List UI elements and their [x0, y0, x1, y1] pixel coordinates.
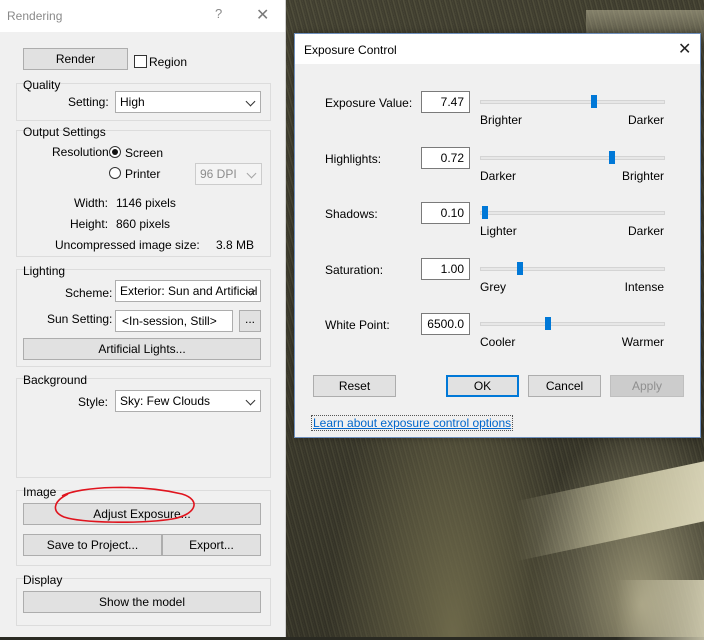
exposure-help-link[interactable]: Learn about exposure control options	[310, 415, 514, 431]
chevron-down-icon	[245, 96, 256, 107]
slider-max-label: Darker	[627, 113, 664, 127]
screen-label: Screen	[125, 146, 164, 160]
slider-track[interactable]	[480, 151, 665, 164]
artificial-lights-button[interactable]: Artificial Lights...	[23, 338, 261, 360]
slider-max-label: Intense	[624, 280, 664, 294]
region-label: Region	[149, 55, 188, 69]
background-style-select[interactable]: Sky: Few Clouds	[115, 390, 261, 412]
value-input[interactable]: 1.00	[421, 258, 470, 280]
quality-setting-value: High	[120, 95, 145, 109]
slider-track[interactable]	[480, 206, 665, 219]
printer-radio[interactable]	[109, 167, 121, 179]
value-input[interactable]: 0.10	[421, 202, 470, 224]
adjust-exposure-button[interactable]: Adjust Exposure...	[23, 503, 261, 525]
slider-thumb[interactable]	[482, 206, 488, 219]
dpi-value: 96 DPI	[200, 167, 237, 181]
printer-label: Printer	[125, 167, 161, 181]
slider-max-label: Warmer	[621, 335, 664, 349]
reset-button[interactable]: Reset	[313, 375, 396, 397]
slider-min-label: Cooler	[480, 335, 516, 349]
slider-track[interactable]	[480, 262, 665, 275]
scheme-label: Scheme:	[65, 286, 113, 300]
exposure-titlebar: Exposure Control ✕	[295, 34, 700, 64]
slider-max-label: Brighter	[621, 169, 664, 183]
sun-setting-value: <In-session, Still>	[122, 314, 217, 328]
apply-button[interactable]: Apply	[610, 375, 684, 397]
image-size-label: Uncompressed image size:	[55, 238, 200, 252]
help-icon[interactable]: ?	[215, 6, 222, 21]
exposure-title: Exposure Control	[304, 43, 397, 57]
sun-setting-label: Sun Setting:	[47, 312, 113, 326]
rendering-titlebar: Rendering ? ✕	[0, 0, 285, 32]
height-label: Height:	[70, 217, 109, 231]
screen-radio[interactable]	[109, 146, 121, 158]
row-label: White Point:	[325, 318, 390, 332]
slider-min-label: Darker	[480, 169, 517, 183]
ok-button[interactable]: OK	[446, 375, 519, 397]
sun-setting-field[interactable]: <In-session, Still>	[115, 310, 233, 332]
slider-min-label: Grey	[480, 280, 507, 294]
region-checkbox[interactable]	[134, 55, 147, 68]
image-size-value: 3.8 MB	[216, 238, 255, 252]
slider-thumb[interactable]	[517, 262, 523, 275]
resolution-label: Resolution:	[52, 145, 113, 159]
value-input[interactable]: 0.72	[421, 147, 470, 169]
export-button[interactable]: Export...	[162, 534, 261, 556]
row-label: Exposure Value:	[325, 96, 413, 110]
row-label: Saturation:	[325, 263, 384, 277]
background-style-value: Sky: Few Clouds	[120, 394, 211, 408]
background-group-label: Background	[23, 373, 88, 387]
scheme-value: Exterior: Sun and Artificial	[120, 284, 258, 298]
lighting-group-label: Lighting	[23, 264, 66, 278]
width-value: 1146 pixels	[116, 196, 176, 210]
slider-min-label: Lighter	[480, 224, 517, 238]
rendering-panel: Rendering ? ✕ Render Region Quality Sett…	[0, 0, 286, 637]
value-input[interactable]: 6500.0	[421, 313, 470, 335]
quality-setting-select[interactable]: High	[115, 91, 261, 113]
width-label: Width:	[74, 196, 109, 210]
slider-max-label: Darker	[627, 224, 664, 238]
slider-track[interactable]	[480, 95, 665, 108]
height-value: 860 pixels	[116, 217, 171, 231]
light-patch	[616, 580, 704, 640]
rendering-title: Rendering	[7, 9, 63, 23]
chevron-down-icon	[246, 168, 257, 179]
show-model-button[interactable]: Show the model	[23, 591, 261, 613]
display-group-label: Display	[23, 573, 63, 587]
setting-label: Setting:	[68, 95, 109, 109]
scheme-select[interactable]: Exterior: Sun and Artificial	[115, 280, 261, 302]
quality-group-label: Quality	[23, 78, 61, 92]
sun-browse-button[interactable]: ...	[239, 310, 261, 332]
output-settings-group-label: Output Settings	[23, 125, 106, 139]
dpi-select[interactable]: 96 DPI	[195, 163, 262, 185]
row-label: Highlights:	[325, 152, 382, 166]
cancel-button[interactable]: Cancel	[528, 375, 601, 397]
style-label: Style:	[78, 395, 109, 409]
close-icon[interactable]: ✕	[678, 39, 691, 59]
slider-min-label: Brighter	[480, 113, 523, 127]
slider-thumb[interactable]	[545, 317, 551, 330]
save-to-project-button[interactable]: Save to Project...	[23, 534, 162, 556]
value-input[interactable]: 7.47	[421, 91, 470, 113]
slider-thumb[interactable]	[609, 151, 615, 164]
image-group-label: Image	[23, 485, 57, 499]
chevron-down-icon	[245, 395, 256, 406]
render-button[interactable]: Render	[23, 48, 128, 70]
exposure-control-dialog: Exposure Control ✕ Exposure Value: 7.47 Br…	[294, 33, 701, 438]
light-patch	[516, 458, 704, 562]
slider-thumb[interactable]	[591, 95, 597, 108]
slider-track[interactable]	[480, 317, 665, 330]
close-icon[interactable]: ✕	[256, 5, 269, 25]
row-label: Shadows:	[325, 207, 378, 221]
